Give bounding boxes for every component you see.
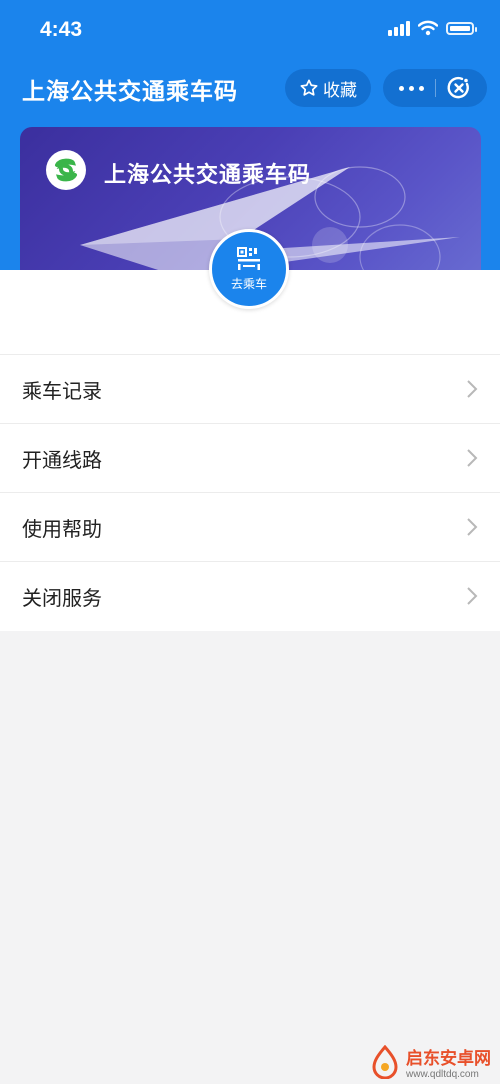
site-watermark: 启东安卓网 www.qdltdq.com <box>370 1040 500 1084</box>
menu-item-close-service[interactable]: 关闭服务 <box>0 561 500 630</box>
chevron-right-icon <box>467 518 478 536</box>
mini-program-capsule <box>383 69 487 107</box>
watermark-url: www.qdltdq.com <box>406 1069 479 1080</box>
menu-item-label: 开通线路 <box>22 447 102 472</box>
chevron-right-icon <box>467 587 478 605</box>
star-icon <box>300 79 318 96</box>
service-menu: 乘车记录 开通线路 使用帮助 关闭服务 <box>0 354 500 630</box>
watermark-logo-icon <box>372 1045 398 1079</box>
ride-button-label: 去乘车 <box>230 277 267 291</box>
signal-icon <box>388 20 410 36</box>
close-mini-program-icon[interactable] <box>445 74 473 102</box>
menu-item-open-routes[interactable]: 开通线路 <box>0 423 500 492</box>
menu-item-help[interactable]: 使用帮助 <box>0 492 500 561</box>
favorite-label: 收藏 <box>323 80 357 101</box>
menu-item-label: 关闭服务 <box>22 585 102 610</box>
favorite-button[interactable]: 收藏 <box>285 69 371 107</box>
chevron-right-icon <box>467 449 478 467</box>
qr-code-icon <box>237 247 260 270</box>
card-title: 上海公共交通乘车码 <box>104 163 312 188</box>
watermark-name: 启东安卓网 <box>406 1049 491 1069</box>
battery-icon <box>446 21 477 35</box>
menu-item-label: 乘车记录 <box>22 378 102 403</box>
capsule-divider <box>435 79 436 97</box>
status-icons <box>388 20 477 36</box>
more-button[interactable] <box>399 86 424 91</box>
chevron-right-icon <box>467 380 478 398</box>
page-title: 上海公共交通乘车码 <box>22 79 238 105</box>
ride-button[interactable]: 去乘车 <box>209 229 289 309</box>
menu-item-ride-records[interactable]: 乘车记录 <box>0 354 500 423</box>
shanghai-transit-logo <box>46 150 86 190</box>
wifi-icon <box>418 20 438 36</box>
status-time: 4:43 <box>40 18 83 41</box>
menu-item-label: 使用帮助 <box>22 516 102 541</box>
